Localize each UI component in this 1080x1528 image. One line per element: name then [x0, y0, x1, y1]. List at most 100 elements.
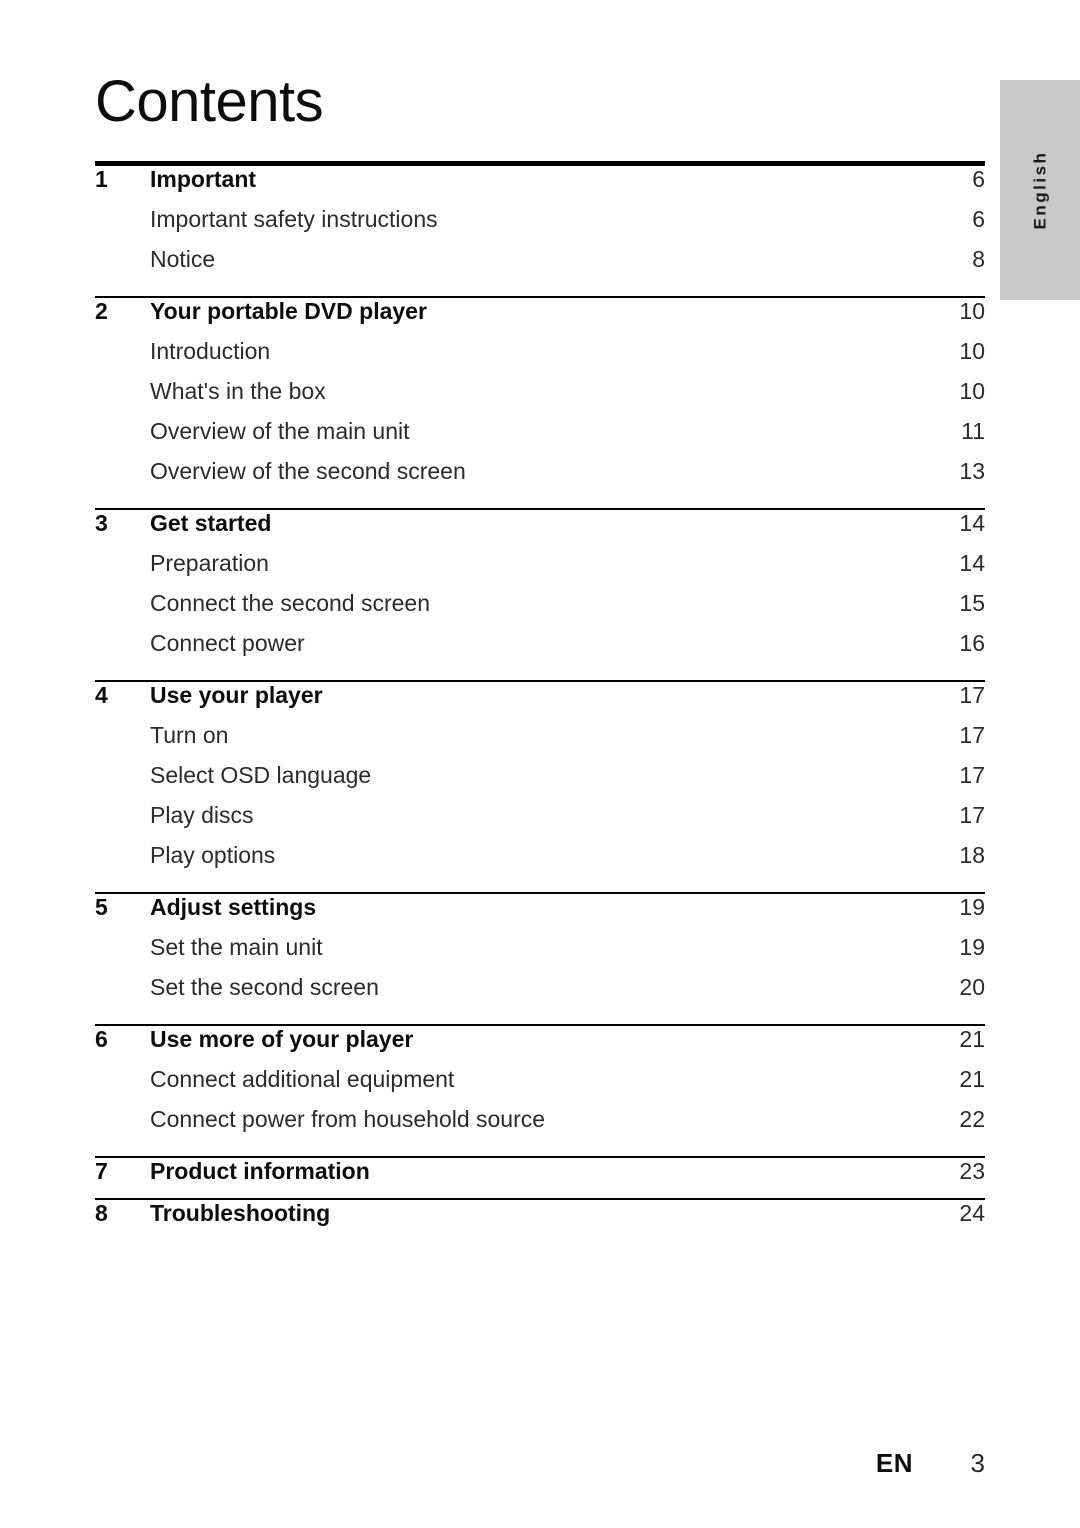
- toc-entry-label: Select OSD language: [150, 761, 372, 788]
- toc-section: 3 Get started 14 Preparation 14 Connect the s…: [95, 507, 985, 680]
- toc-chapter-row[interactable]: 4 Use your player 17: [95, 682, 985, 722]
- footer-page-number: 3: [970, 1448, 985, 1478]
- toc-section-gap: [95, 1014, 985, 1024]
- toc-chapter-page-number: 23: [959, 1157, 985, 1184]
- toc-section: 6 Use more of your player 21 Connect additi…: [95, 1023, 985, 1156]
- toc-chapter-row[interactable]: 3 Get started 14: [95, 510, 985, 550]
- language-side-tab: English: [1000, 80, 1080, 300]
- toc-chapter-row[interactable]: 2 Your portable DVD player 10: [95, 298, 985, 338]
- toc-entry-row[interactable]: Connect the second screen 15: [95, 590, 985, 630]
- toc-chapter-row[interactable]: 1 Important 6: [95, 166, 985, 206]
- toc-entry-label: Connect the second screen: [150, 589, 431, 616]
- toc-entry-page-number: 13: [959, 457, 985, 484]
- toc-entry-label: Introduction: [150, 337, 271, 364]
- page-title: Contents: [95, 69, 324, 134]
- toc-section: 4 Use your player 17 Turn on 17 Select OSD la…: [95, 679, 985, 892]
- toc-entry-row[interactable]: Introduction 10: [95, 338, 985, 378]
- toc-entry-page-number: 6: [972, 205, 985, 232]
- toc-chapter-number: 2: [95, 297, 108, 324]
- toc-chapter-title: Troubleshooting: [150, 1199, 331, 1226]
- toc-entry-row[interactable]: Overview of the main unit 11: [95, 418, 985, 458]
- language-side-tab-label: English: [1030, 150, 1049, 230]
- toc-entry-page-number: 11: [961, 417, 985, 444]
- toc-chapter-title: Important: [150, 165, 257, 192]
- toc-entry-row[interactable]: Turn on 17: [95, 722, 985, 762]
- toc-entry-row[interactable]: Play discs 17: [95, 802, 985, 842]
- toc-entry-page-number: 18: [959, 841, 985, 868]
- toc-entry-page-number: 8: [972, 245, 985, 272]
- toc-chapter-title: Product information: [150, 1157, 370, 1184]
- toc-section: 5 Adjust settings 19 Set the main unit 19 Set…: [95, 891, 985, 1024]
- toc-chapter-number: 1: [95, 165, 108, 192]
- toc-entry-row[interactable]: Overview of the second screen 13: [95, 458, 985, 498]
- toc-chapter-page-number: 10: [959, 297, 985, 324]
- toc-section: 1 Important 6 Important safety instructions…: [95, 166, 985, 296]
- toc-entry-page-number: 10: [959, 337, 985, 364]
- toc-chapter-number: 3: [95, 509, 108, 536]
- toc-entry-label: Overview of the second screen: [150, 457, 466, 484]
- toc-entry-label: Notice: [150, 245, 216, 272]
- toc-section: 7 Product information 23: [95, 1155, 985, 1198]
- toc-entry-row[interactable]: Connect power 16: [95, 630, 985, 670]
- toc-section-gap: [95, 498, 985, 508]
- toc-entry-page-number: 21: [959, 1065, 985, 1092]
- toc-entry-page-number: 17: [959, 721, 985, 748]
- toc-entry-page-number: 19: [959, 933, 985, 960]
- toc-chapter-title: Your portable DVD player: [150, 297, 427, 324]
- toc-entry-row[interactable]: Notice 8: [95, 246, 985, 286]
- toc-entry-label: Connect power: [150, 629, 305, 656]
- toc-entry-label: Overview of the main unit: [150, 417, 410, 444]
- toc-chapter-row[interactable]: 5 Adjust settings 19: [95, 894, 985, 934]
- toc-entry-row[interactable]: Set the main unit 19: [95, 934, 985, 974]
- toc-chapter-number: 5: [95, 893, 108, 920]
- footer-language-code: EN: [875, 1448, 913, 1478]
- toc-chapter-page-number: 19: [959, 893, 985, 920]
- toc-section: 8 Troubleshooting 24: [95, 1197, 985, 1240]
- toc-chapter-title: Adjust settings: [150, 893, 317, 920]
- toc-entry-row[interactable]: Play options 18: [95, 842, 985, 882]
- toc-chapter-page-number: 24: [959, 1199, 985, 1226]
- toc-entry-row[interactable]: What's in the box 10: [95, 378, 985, 418]
- toc-chapter-number: 4: [95, 681, 108, 708]
- toc-chapter-title: Get started: [150, 509, 272, 536]
- toc-chapter-row[interactable]: 6 Use more of your player 21: [95, 1026, 985, 1066]
- toc-section-gap: [95, 882, 985, 892]
- toc-entry-page-number: 17: [959, 761, 985, 788]
- toc-chapter-number: 8: [95, 1199, 108, 1226]
- toc-entry-page-number: 14: [959, 549, 985, 576]
- toc-chapter-page-number: 14: [959, 509, 985, 536]
- toc-entry-page-number: 17: [959, 801, 985, 828]
- toc-chapter-row[interactable]: 7 Product information 23: [95, 1158, 985, 1198]
- toc-entry-row[interactable]: Important safety instructions 6: [95, 206, 985, 246]
- toc-chapter-number: 7: [95, 1157, 108, 1184]
- page-body: Contents 1 Important 6 Important safety ins…: [95, 0, 985, 1240]
- toc-entry-label: Preparation: [150, 549, 269, 576]
- page-footer: EN 3: [0, 1448, 985, 1479]
- toc-entry-label: Set the main unit: [150, 933, 323, 960]
- toc-entry-page-number: 20: [959, 973, 985, 1000]
- toc-chapter-page-number: 17: [959, 681, 985, 708]
- toc-section-gap: [95, 286, 985, 296]
- toc-chapter-number: 6: [95, 1025, 108, 1052]
- toc-entry-label: Set the second screen: [150, 973, 379, 1000]
- toc-entry-row[interactable]: Connect additional equipment 21: [95, 1066, 985, 1106]
- toc-entry-page-number: 22: [959, 1105, 985, 1132]
- toc-entry-row[interactable]: Connect power from household source 22: [95, 1106, 985, 1146]
- toc-entry-row[interactable]: Select OSD language 17: [95, 762, 985, 802]
- toc-section-gap: [95, 670, 985, 680]
- toc-section-gap: [95, 1146, 985, 1156]
- toc-entry-row[interactable]: Preparation 14: [95, 550, 985, 590]
- toc-entry-row[interactable]: Set the second screen 20: [95, 974, 985, 1014]
- toc-entry-label: Important safety instructions: [150, 205, 438, 232]
- toc-entry-label: Connect additional equipment: [150, 1065, 455, 1092]
- toc-entry-label: Connect power from household source: [150, 1105, 546, 1132]
- toc-entry-label: Play discs: [150, 801, 254, 828]
- toc-entry-page-number: 10: [959, 377, 985, 404]
- toc-entry-page-number: 16: [959, 629, 985, 656]
- toc-entry-label: What's in the box: [150, 377, 326, 404]
- toc-entry-label: Turn on: [150, 721, 229, 748]
- table-of-contents: 1 Important 6 Important safety instructions…: [95, 166, 985, 1240]
- toc-chapter-row[interactable]: 8 Troubleshooting 24: [95, 1200, 985, 1240]
- toc-chapter-title: Use your player: [150, 681, 323, 708]
- toc-entry-label: Play options: [150, 841, 276, 868]
